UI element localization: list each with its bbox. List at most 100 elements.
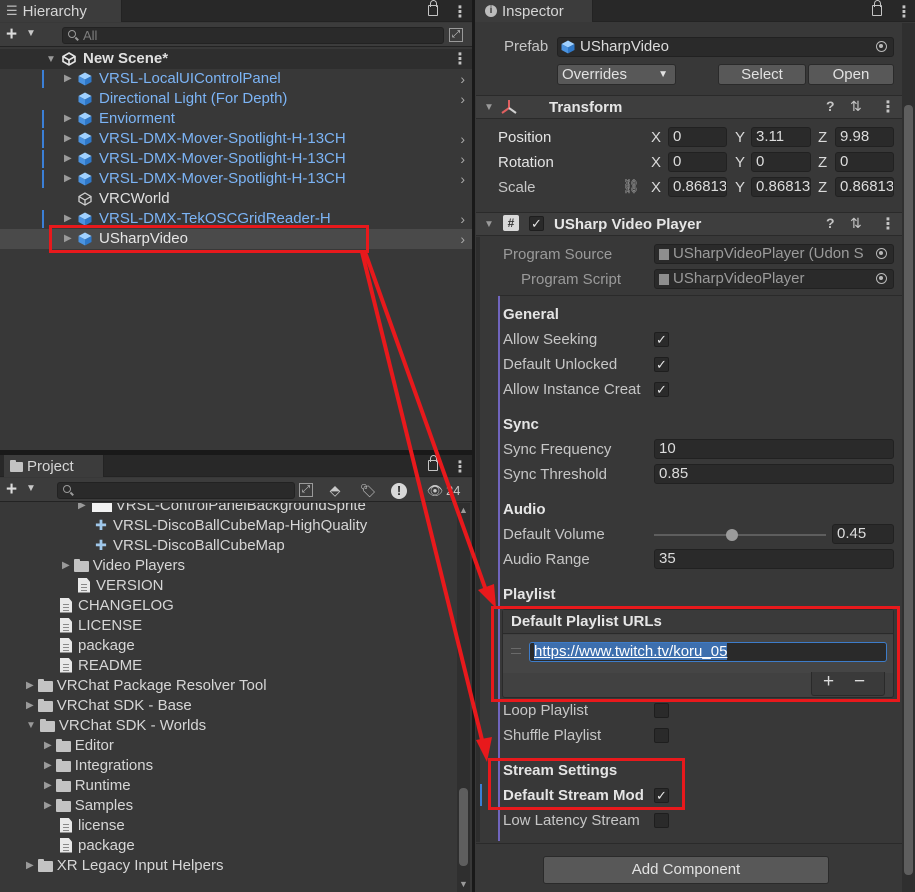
hierarchy-item[interactable]: ▶ VRSL-DMX-Mover-Spotlight-H-13CH ›: [0, 169, 472, 189]
create-asset-button[interactable]: +: [6, 479, 17, 501]
lock-icon[interactable]: [872, 0, 882, 16]
inspector-scrollbar[interactable]: [902, 23, 915, 892]
filter-by-type-icon[interactable]: ⬘: [326, 482, 344, 499]
list-item[interactable]: ▶ Video Players: [62, 555, 185, 575]
position-y-field[interactable]: 3.11: [751, 127, 811, 147]
presets-icon[interactable]: ⇅: [850, 215, 862, 232]
component-menu-icon[interactable]: ⋮: [880, 97, 896, 117]
list-item[interactable]: ▶ VRChat Package Resolver Tool: [26, 675, 267, 695]
list-item[interactable]: ✚ VRSL-DiscoBallCubeMap: [93, 535, 285, 555]
open-prefab-arrow-icon[interactable]: ›: [460, 211, 465, 227]
component-menu-icon[interactable]: ⋮: [880, 214, 896, 234]
foldout-collapsed-icon[interactable]: ▶: [26, 860, 34, 871]
allow-seeking-checkbox[interactable]: ✓: [654, 332, 669, 347]
help-icon[interactable]: ?: [826, 98, 835, 114]
foldout-collapsed-icon[interactable]: ▶: [64, 113, 72, 124]
remove-element-button[interactable]: −: [854, 671, 865, 693]
foldout-collapsed-icon[interactable]: ▶: [62, 560, 70, 571]
open-prefab-arrow-icon[interactable]: ›: [460, 131, 465, 147]
foldout-collapsed-icon[interactable]: ▶: [78, 503, 86, 511]
list-item[interactable]: ▶ Samples: [44, 795, 133, 815]
foldout-collapsed-icon[interactable]: ▶: [64, 153, 72, 164]
warning-filter-icon[interactable]: !: [391, 483, 407, 499]
constrain-proportions-icon[interactable]: ⛓: [622, 178, 640, 195]
scene-visibility-icon[interactable]: ⤢: [449, 28, 463, 42]
list-item[interactable]: CHANGELOG: [60, 595, 174, 615]
open-prefab-arrow-icon[interactable]: ›: [460, 71, 465, 87]
list-item[interactable]: LICENSE: [60, 615, 142, 635]
sync-threshold-field[interactable]: 0.85: [654, 464, 894, 484]
add-component-button[interactable]: Add Component: [543, 856, 829, 884]
add-object-button[interactable]: +: [6, 24, 17, 46]
foldout-collapsed-icon[interactable]: ▶: [64, 73, 72, 84]
filter-by-label-icon[interactable]: 🏷: [359, 482, 377, 499]
tab-inspector[interactable]: i Inspector: [475, 0, 593, 22]
prefab-asset-field[interactable]: USharpVideo: [557, 37, 894, 57]
audio-range-field[interactable]: 35: [654, 549, 894, 569]
loop-playlist-checkbox[interactable]: [654, 703, 669, 718]
low-latency-checkbox[interactable]: [654, 813, 669, 828]
chevron-down-icon[interactable]: ▼: [26, 28, 36, 39]
hierarchy-item[interactable]: Directional Light (For Depth) ›: [0, 89, 472, 109]
foldout-expanded-icon[interactable]: ▼: [46, 54, 56, 65]
list-item[interactable]: package: [60, 635, 135, 655]
sync-frequency-field[interactable]: 10: [654, 439, 894, 459]
list-item[interactable]: ✚ VRSL-DiscoBallCubeMap-HighQuality: [93, 515, 367, 535]
lock-icon[interactable]: [428, 0, 438, 16]
position-z-field[interactable]: 9.98: [835, 127, 894, 147]
scene-row[interactable]: ▼ New Scene* ⋮: [0, 49, 472, 69]
overrides-dropdown[interactable]: Overrides ▼: [557, 64, 676, 85]
drag-handle-icon[interactable]: [511, 648, 521, 654]
lock-icon[interactable]: [428, 455, 438, 471]
presets-icon[interactable]: ⇅: [850, 98, 862, 115]
foldout-collapsed-icon[interactable]: ▶: [44, 800, 52, 811]
list-item[interactable]: ▶ XR Legacy Input Helpers: [26, 855, 223, 875]
transform-header[interactable]: [476, 95, 902, 119]
foldout-collapsed-icon[interactable]: ▶: [44, 740, 52, 751]
scroll-down-icon[interactable]: ▼: [459, 879, 468, 889]
add-element-button[interactable]: +: [823, 671, 834, 693]
list-item[interactable]: ▶ Integrations: [44, 755, 153, 775]
rotation-y-field[interactable]: 0: [751, 152, 811, 172]
foldout-collapsed-icon[interactable]: ▶: [26, 680, 34, 691]
list-item[interactable]: ▼ VRChat SDK - Worlds: [26, 715, 206, 735]
scale-z-field[interactable]: 0.86813: [835, 177, 894, 197]
hierarchy-item-selected[interactable]: ▶ USharpVideo ›: [0, 229, 472, 249]
scene-menu-icon[interactable]: ⋮: [452, 49, 468, 69]
scroll-up-icon[interactable]: ▲: [459, 505, 468, 515]
kebab-menu-icon[interactable]: ⋮: [452, 2, 468, 22]
position-x-field[interactable]: 0: [668, 127, 727, 147]
scale-x-field[interactable]: 0.86813: [668, 177, 727, 197]
slider-thumb[interactable]: [726, 529, 738, 541]
shuffle-playlist-checkbox[interactable]: [654, 728, 669, 743]
object-picker-icon[interactable]: [876, 41, 887, 52]
hierarchy-item[interactable]: ▶ VRSL-DMX-TekOSCGridReader-H ›: [0, 209, 472, 229]
open-prefab-arrow-icon[interactable]: ›: [460, 171, 465, 187]
help-icon[interactable]: ?: [826, 215, 835, 231]
list-item[interactable]: ▶ Editor: [44, 735, 114, 755]
open-prefab-arrow-icon[interactable]: ›: [460, 91, 465, 107]
search-window-icon[interactable]: ⤢: [299, 483, 313, 497]
hierarchy-item[interactable]: ▶ Enviorment: [0, 109, 472, 129]
list-item[interactable]: ▶ VRSL-ControlPanelBackgroundSprite: [78, 503, 366, 515]
list-item[interactable]: VERSION: [78, 575, 164, 595]
object-picker-icon[interactable]: [876, 273, 887, 284]
tab-project[interactable]: Project: [4, 455, 104, 477]
list-item[interactable]: ▶ VRChat SDK - Base: [26, 695, 192, 715]
select-button[interactable]: Select: [718, 64, 806, 85]
rotation-x-field[interactable]: 0: [668, 152, 727, 172]
open-prefab-arrow-icon[interactable]: ›: [460, 151, 465, 167]
kebab-menu-icon[interactable]: ⋮: [452, 457, 468, 477]
allow-instance-checkbox[interactable]: ✓: [654, 382, 669, 397]
list-item[interactable]: license: [60, 815, 125, 835]
list-item[interactable]: package: [60, 835, 135, 855]
default-volume-slider[interactable]: [654, 527, 826, 543]
object-picker-icon[interactable]: [876, 248, 887, 259]
scrollbar-thumb[interactable]: [459, 788, 468, 866]
hierarchy-item[interactable]: ▶ VRSL-DMX-Mover-Spotlight-H-13CH ›: [0, 149, 472, 169]
playlist-url-field[interactable]: https://www.twitch.tv/koru_05: [529, 642, 887, 662]
foldout-collapsed-icon[interactable]: ▶: [64, 213, 72, 224]
scrollbar-thumb[interactable]: [904, 105, 913, 875]
open-button[interactable]: Open: [808, 64, 894, 85]
hierarchy-item[interactable]: ▶ VRSL-DMX-Mover-Spotlight-H-13CH ›: [0, 129, 472, 149]
